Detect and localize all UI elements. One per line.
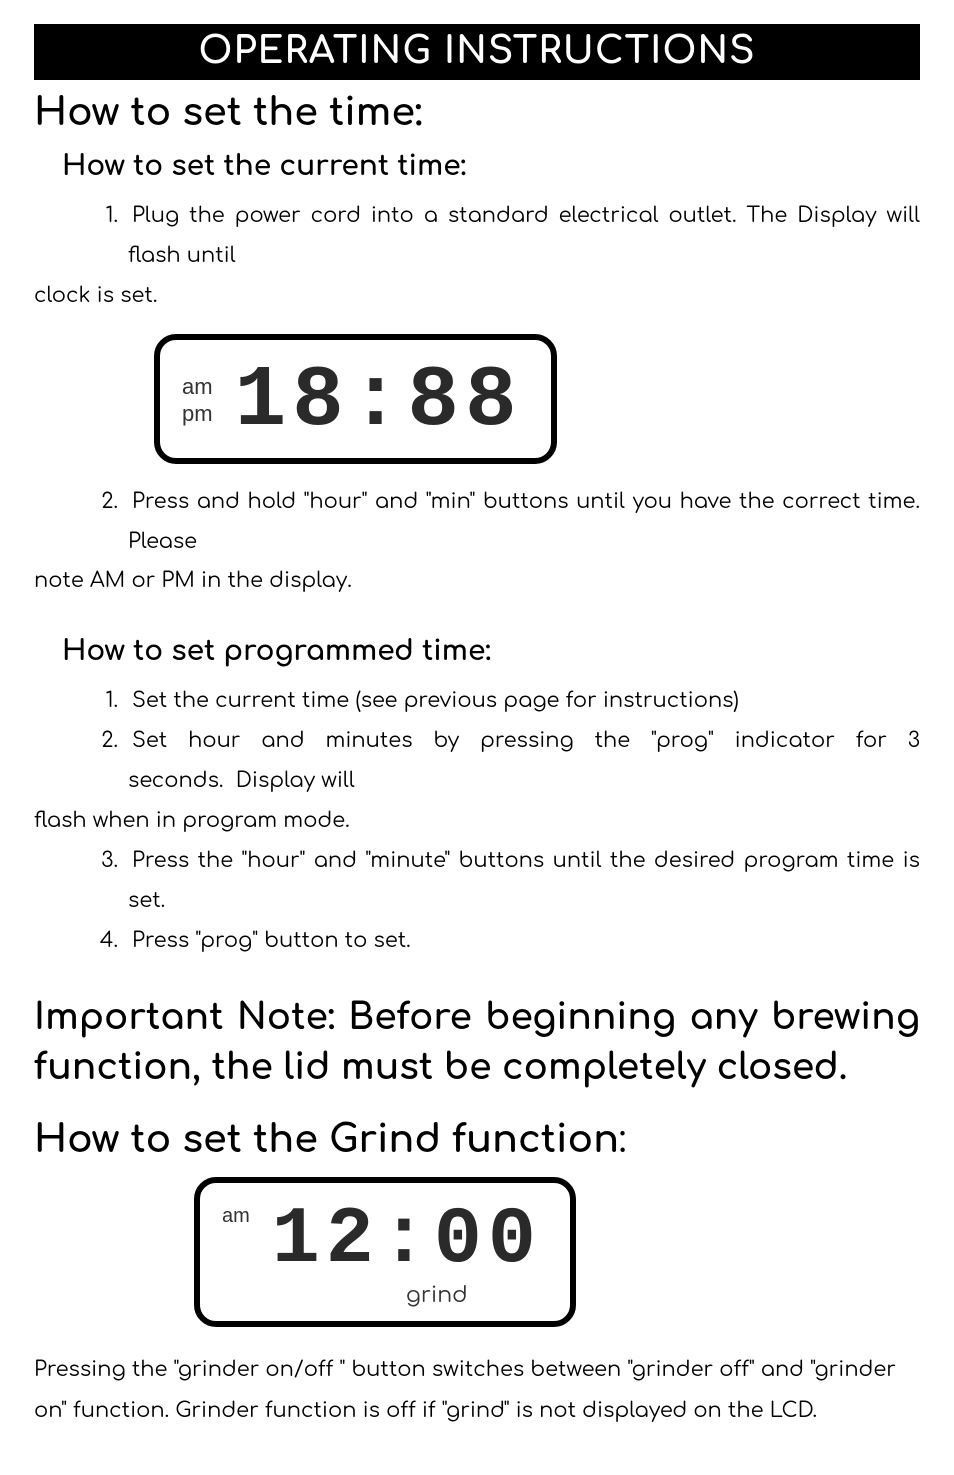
operating-instructions-banner: OPERATING INSTRUCTIONS [34, 24, 920, 80]
step-text-wrap: note AM or PM in the display. [34, 561, 920, 601]
step-text-wrap: flash when in program mode. [34, 801, 920, 841]
step-number: 3. [92, 841, 118, 881]
step-text: Set hour and minutes by pressing the "pr… [128, 728, 920, 792]
step-number: 1. [92, 681, 118, 721]
grind-function-description: Pressing the "grinder on/off " button sw… [34, 1349, 920, 1431]
important-note: Important Note: Before beginning any bre… [34, 993, 920, 1094]
step-number: 2. [92, 721, 118, 761]
pm-label: pm [182, 402, 213, 426]
step-number: 2. [92, 482, 118, 522]
programmed-time-step-3: 3.Press the "hour" and "minute" buttons … [34, 841, 920, 921]
step-text: Press "prog" button to set. [132, 928, 411, 952]
grind-label: grind [332, 1285, 542, 1307]
lcd-display-1-wrap: am pm 18:88 [154, 334, 920, 464]
step-text-wrap: clock is set. [34, 276, 920, 316]
how-to-set-time-heading: How to set the time: [34, 92, 920, 134]
step-text: Press and hold "hour" and "min" buttons … [128, 489, 920, 553]
step-text: Set the current time (see previous page … [132, 688, 739, 712]
lcd-display-1: am pm 18:88 [154, 334, 557, 464]
step-text: Press the "hour" and "minute" buttons un… [128, 848, 920, 912]
grind-heading-colon: : [619, 1119, 626, 1161]
step-text: Plug the power cord into a standard elec… [128, 203, 920, 267]
am-label: am [222, 1205, 250, 1227]
lcd-digits: 12:00 [272, 1201, 542, 1281]
lcd-display-2-wrap: am 12:00 grind [194, 1177, 920, 1327]
lcd-digits: 18:88 [235, 358, 523, 444]
how-to-set-current-time-heading: How to set the current time: [62, 150, 920, 182]
step-number: 4. [92, 921, 118, 961]
how-to-set-programmed-time-heading: How to set programmed time: [62, 635, 920, 667]
current-time-step-2: 2.Press and hold "hour" and "min" button… [34, 482, 920, 562]
programmed-time-step-4: 4. Press "prog" button to set. [34, 921, 920, 961]
am-label: am [182, 375, 213, 399]
ampm-indicator: am pm [182, 375, 213, 425]
lcd-display-2: am 12:00 grind [194, 1177, 576, 1327]
current-time-step-1: 1.Plug the power cord into a standard el… [34, 196, 920, 276]
programmed-time-step-1: 1. Set the current time (see previous pag… [34, 681, 920, 721]
programmed-time-step-2: 2.Set hour and minutes by pressing the "… [34, 721, 920, 801]
step-number: 1. [92, 196, 118, 236]
how-to-set-grind-heading: How to set the Grind function: [34, 1119, 920, 1161]
grind-heading-text: How to set the Grind function [34, 1119, 619, 1161]
